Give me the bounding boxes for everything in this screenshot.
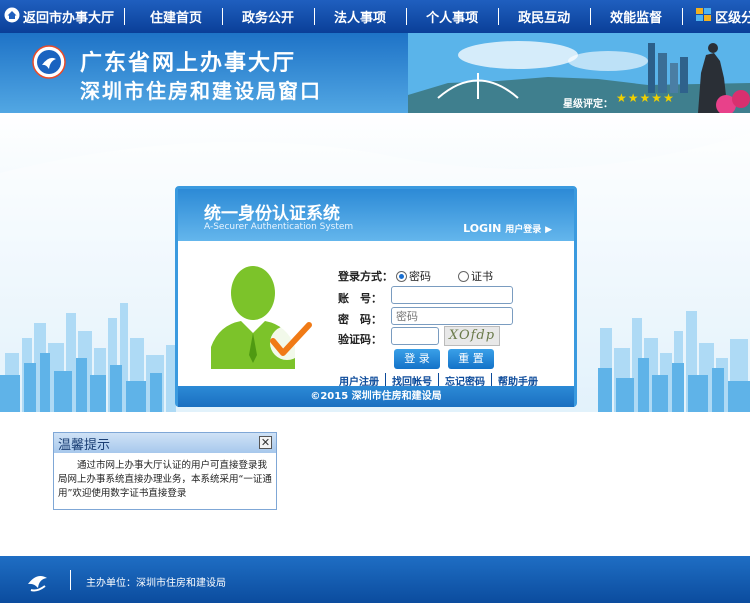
reset-button[interactable]: 重 置 — [448, 349, 494, 369]
tip-body: 通过市网上办事大厅认证的用户可直接登录我局网上办事系统直接办理业务，本系统采用“… — [58, 460, 272, 499]
captcha-label: 验证码： — [338, 333, 382, 346]
login-tag: LOGIN 用户登录 ▶ — [463, 222, 552, 235]
banner-title: 广东省网上办事大厅 — [80, 51, 297, 76]
nav-item-corporate[interactable]: 法人事项 — [314, 0, 406, 33]
footer-divider — [70, 570, 71, 590]
emblem-logo — [32, 45, 66, 79]
arrow-right-icon: ▶ — [545, 225, 552, 235]
top-navigation: 返回市办事大厅 住建首页 政务公开 法人事项 个人事项 政民互动 效能监督 区级… — [0, 0, 750, 33]
login-button[interactable]: 登 录 — [394, 349, 440, 369]
nav-item-personal[interactable]: 个人事项 — [406, 0, 498, 33]
radio-password[interactable]: 密码 — [396, 268, 431, 284]
login-header: 统一身份认证系统 A-Securer Authentication System… — [178, 189, 574, 241]
rating-label: 星级评定： — [563, 99, 613, 110]
radio-password-label: 密码 — [409, 270, 431, 283]
tip-dialog: 温馨提示 ✕ 通过市网上办事大厅认证的用户可直接登录我局网上办事系统直接办理业务… — [53, 432, 277, 510]
account-label: 账 号： — [338, 292, 382, 305]
radio-unselected-icon — [458, 270, 469, 282]
footer-sponsor: 主办单位：深圳市住房和建设局 — [86, 578, 226, 589]
star-icon: ★ — [651, 91, 664, 105]
radio-certificate-label: 证书 — [471, 270, 493, 283]
star-icon: ★ — [639, 91, 652, 105]
nav-item-affairs[interactable]: 政务公开 — [222, 0, 314, 33]
user-avatar-icon — [211, 266, 312, 369]
page-footer: 主办单位：深圳市住房和建设局 — [0, 556, 750, 603]
captcha-image[interactable]: XOfdp — [444, 326, 500, 346]
account-input[interactable] — [391, 286, 513, 304]
close-icon[interactable]: ✕ — [259, 436, 272, 449]
tip-header: 温馨提示 ✕ — [54, 433, 276, 453]
captcha-input[interactable] — [391, 327, 439, 345]
nav-item-interaction[interactable]: 政民互动 — [498, 0, 590, 33]
login-tag-cn: 用户登录 — [505, 225, 542, 235]
nav-district-label: 区级分厅 — [715, 11, 750, 26]
district-icon — [696, 7, 712, 26]
login-panel: 统一身份认证系统 A-Securer Authentication System… — [175, 186, 577, 407]
star-icon: ★ — [663, 91, 675, 105]
star-icon: ★ — [627, 91, 640, 105]
nav-item-home[interactable]: 住建首页 — [124, 0, 222, 33]
login-subtitle: A-Securer Authentication System — [204, 222, 354, 232]
login-title: 统一身份认证系统 — [204, 204, 340, 224]
footer-logo-icon — [28, 576, 47, 592]
password-input[interactable] — [391, 307, 513, 325]
nav-back-home[interactable]: 返回市办事大厅 — [0, 0, 124, 33]
header-banner: 广东省网上办事大厅 深圳市住房和建设局窗口 星级评定： ★★★★★ — [0, 33, 750, 113]
radio-selected-icon — [396, 270, 407, 282]
password-label: 密 码： — [338, 313, 382, 326]
nav-back-label: 返回市办事大厅 — [23, 11, 115, 26]
login-method-label: 登录方式： — [338, 270, 393, 283]
login-copyright: ©2015 深圳市住房和建设局 — [178, 386, 574, 407]
radio-certificate[interactable]: 证书 — [458, 268, 493, 284]
tip-title: 温馨提示 — [58, 438, 111, 453]
nav-district[interactable]: 区级分厅 — [682, 0, 750, 33]
nav-item-supervision[interactable]: 效能监督 — [590, 0, 682, 33]
login-tag-en: LOGIN — [463, 222, 502, 235]
star-icon: ★ — [616, 91, 628, 105]
rating-stars: ★★★★★ — [616, 91, 675, 105]
home-icon — [4, 7, 20, 27]
banner-subtitle: 深圳市住房和建设局窗口 — [80, 79, 322, 103]
